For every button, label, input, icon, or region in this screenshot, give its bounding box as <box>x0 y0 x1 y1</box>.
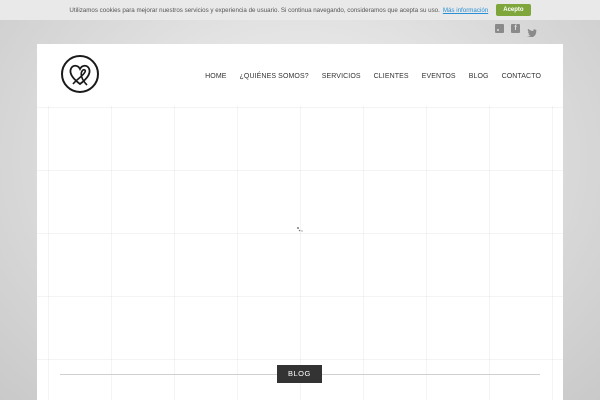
nav-contacto[interactable]: CONTACTO <box>502 73 541 80</box>
section-title-blog: BLOG <box>277 365 322 383</box>
nav-clientes[interactable]: CLIENTES <box>374 73 409 80</box>
nav-eventos[interactable]: EVENTOS <box>422 73 456 80</box>
facebook-icon[interactable]: f <box>511 24 520 33</box>
page-container: HOME ¿QUIÉNES SOMOS? SERVICIOS CLIENTES … <box>37 44 563 400</box>
nav-blog[interactable]: BLOG <box>469 73 489 80</box>
nav-servicios[interactable]: SERVICIOS <box>322 73 361 80</box>
cookie-bar: Utilizamos cookies para mejorar nuestros… <box>0 0 600 20</box>
cookie-text: Utilizamos cookies para mejorar nuestros… <box>69 6 440 14</box>
rss-icon[interactable] <box>495 24 504 33</box>
social-links: f <box>495 24 537 38</box>
more-info-link[interactable]: Más información <box>443 7 488 14</box>
twitter-icon[interactable] <box>527 24 537 38</box>
accept-cookies-button[interactable]: Acepto <box>496 4 531 16</box>
site-header: HOME ¿QUIÉNES SOMOS? SERVICIOS CLIENTES … <box>37 44 563 106</box>
heart-circle-logo[interactable] <box>60 54 100 94</box>
main-nav: HOME ¿QUIÉNES SOMOS? SERVICIOS CLIENTES … <box>205 73 541 80</box>
loading-spinner-icon <box>296 221 304 232</box>
nav-quienes-somos[interactable]: ¿QUIÉNES SOMOS? <box>240 73 309 80</box>
nav-home[interactable]: HOME <box>205 73 226 80</box>
